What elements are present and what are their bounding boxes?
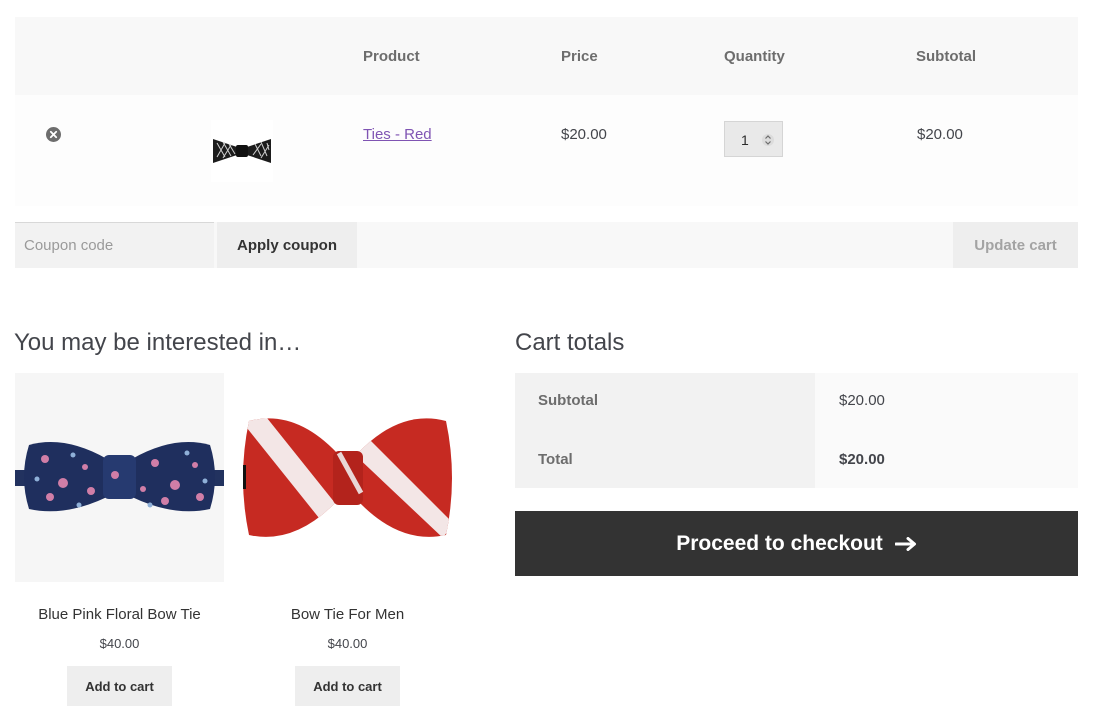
totals-total-row: Total $20.00: [515, 430, 1078, 488]
add-to-cart-button[interactable]: Add to cart: [295, 666, 400, 706]
quantity-stepper[interactable]: 1: [724, 121, 783, 157]
totals-subtotal-value: $20.00: [815, 373, 1078, 430]
product-name[interactable]: Bow Tie For Men: [243, 606, 452, 623]
remove-item-icon[interactable]: [46, 127, 61, 142]
quantity-column-header: Quantity: [724, 48, 785, 65]
product-name[interactable]: Blue Pink Floral Bow Tie: [15, 606, 224, 623]
cart-item-row: Ties - Red $20.00 1 $20.00: [15, 95, 1078, 206]
proceed-to-checkout-button[interactable]: Proceed to checkout: [515, 511, 1078, 576]
product-thumbnail[interactable]: [211, 120, 273, 182]
quantity-value[interactable]: 1: [741, 132, 749, 148]
price-column-header: Price: [561, 48, 598, 65]
totals-subtotal-label: Subtotal: [515, 373, 815, 430]
totals-subtotal-row: Subtotal $20.00: [515, 373, 1078, 430]
coupon-code-input[interactable]: [15, 222, 214, 268]
product-price: $40.00: [327, 636, 368, 651]
product-image[interactable]: [243, 373, 452, 582]
cart-item-price: $20.00: [561, 126, 607, 143]
totals-total-value: $20.00: [815, 430, 1078, 488]
checkout-label: Proceed to checkout: [676, 531, 883, 555]
apply-coupon-button[interactable]: Apply coupon: [217, 222, 357, 268]
cart-actions: Apply coupon Update cart: [15, 222, 1078, 268]
cart-product-link[interactable]: Ties - Red: [363, 126, 432, 143]
cross-sells-title: You may be interested in…: [14, 329, 302, 356]
product-column-header: Product: [363, 48, 420, 65]
subtotal-column-header: Subtotal: [916, 48, 976, 65]
cross-sell-product-card: Blue Pink Floral Bow Tie $40.00 Add to c…: [15, 373, 224, 706]
floral-bow-tie-image-icon: [15, 442, 224, 512]
update-cart-button[interactable]: Update cart: [953, 222, 1078, 268]
add-to-cart-button[interactable]: Add to cart: [67, 666, 172, 706]
product-image[interactable]: [15, 373, 224, 582]
striped-bow-tie-image-icon: [243, 418, 452, 537]
cross-sell-product-card: Bow Tie For Men $40.00 Add to cart: [243, 373, 452, 706]
product-price: $40.00: [99, 636, 140, 651]
arrow-right-icon: [894, 536, 916, 551]
spinner-arrows-icon[interactable]: [762, 130, 774, 150]
cart-totals-title: Cart totals: [515, 329, 625, 356]
cart-item-subtotal: $20.00: [917, 126, 963, 143]
totals-total-label: Total: [515, 430, 815, 488]
cart-totals-table: Subtotal $20.00 Total $20.00: [515, 373, 1078, 488]
bow-tie-thumbnail-icon: [213, 139, 271, 163]
cart-table-header: Product Price Quantity Subtotal: [15, 17, 1078, 95]
